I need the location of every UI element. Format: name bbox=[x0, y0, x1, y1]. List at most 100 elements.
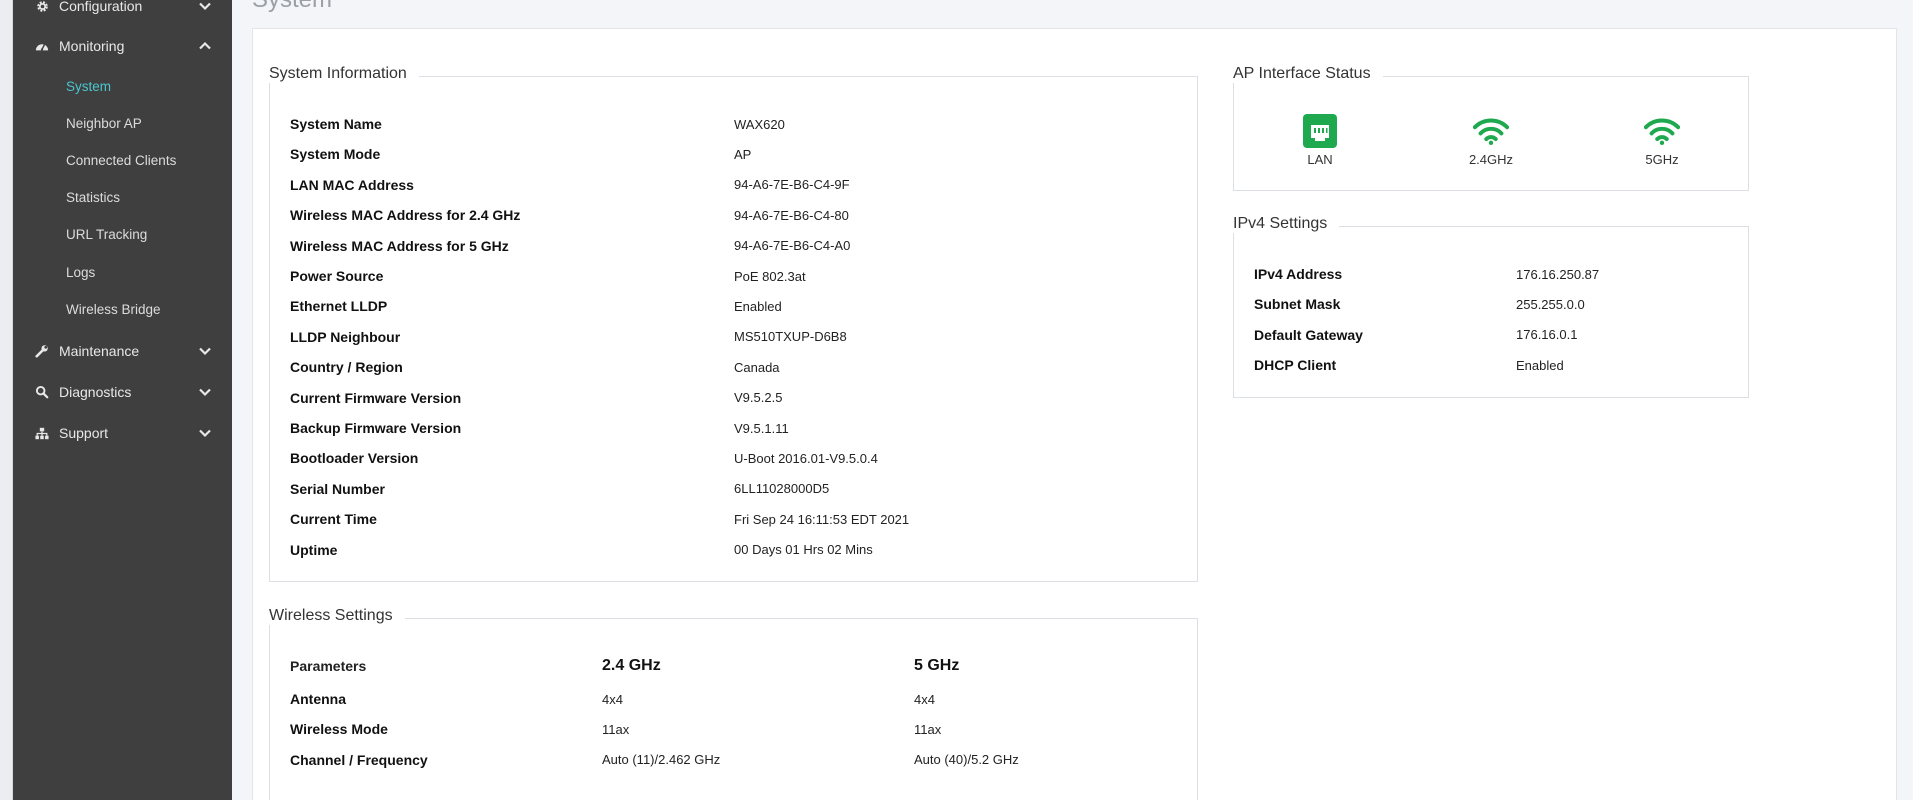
sidebar-item-wireless-bridge[interactable]: Wireless Bridge bbox=[66, 300, 161, 320]
sidebar-group-maintenance[interactable]: Maintenance bbox=[13, 336, 232, 366]
info-value: Canada bbox=[734, 359, 780, 375]
page-title: System bbox=[252, 0, 332, 14]
section-title: IPv4 Settings bbox=[1233, 215, 1340, 233]
info-row: Serial Number bbox=[290, 478, 385, 500]
ipv4-key: IPv4 Address bbox=[1254, 266, 1343, 282]
info-row: LAN MAC Address bbox=[290, 174, 414, 196]
chevron-down-icon bbox=[199, 388, 211, 397]
info-value: 94-A6-7E-B6-C4-A0 bbox=[734, 238, 851, 254]
sidebar-item-url-tracking[interactable]: URL Tracking bbox=[66, 225, 147, 245]
interface-lan: LAN bbox=[1280, 113, 1360, 167]
info-value: AP bbox=[734, 146, 752, 162]
info-row: LLDP Neighbour bbox=[290, 326, 400, 348]
info-row: System Mode bbox=[290, 143, 380, 165]
wireless-value: Auto (40)/5.2 GHz bbox=[914, 752, 1019, 768]
ipv4-value: 255.255.0.0 bbox=[1516, 296, 1585, 312]
system-information-panel: System Information System Name WAX620 Syst… bbox=[269, 65, 1198, 582]
sidebar-group-label: Support bbox=[59, 425, 109, 441]
ipv4-row: Default Gateway bbox=[1254, 324, 1363, 346]
info-value: WAX620 bbox=[734, 116, 785, 132]
info-value: PoE 802.3at bbox=[734, 268, 806, 284]
ap-interface-status-panel: AP Interface Status LAN 2.4GHz 5GHz bbox=[1233, 65, 1749, 191]
info-row: Current Firmware Version bbox=[290, 387, 461, 409]
info-key: LAN MAC Address bbox=[290, 176, 414, 193]
info-value: MS510TXUP-D6B8 bbox=[734, 329, 847, 345]
ipv4-row: IPv4 Address bbox=[1254, 263, 1342, 285]
info-value: 94-A6-7E-B6-C4-80 bbox=[734, 207, 849, 223]
sidebar-group-label: Configuration bbox=[59, 0, 143, 14]
interface-label: LAN bbox=[1307, 152, 1333, 167]
wireless-value: 11ax bbox=[914, 721, 942, 737]
info-value: V9.5.1.11 bbox=[734, 420, 789, 436]
wireless-value: Auto (11)/2.462 GHz bbox=[602, 752, 721, 768]
chevron-down-icon bbox=[199, 347, 211, 356]
wireless-param: Wireless Mode bbox=[290, 721, 388, 738]
info-row: Backup Firmware Version bbox=[290, 417, 461, 439]
sidebar-group-support[interactable]: Support bbox=[13, 418, 232, 448]
wireless-value: 4x4 bbox=[914, 691, 935, 707]
chevron-down-icon bbox=[199, 429, 211, 438]
sidebar-group-monitoring[interactable]: Monitoring bbox=[13, 31, 232, 61]
info-key: Backup Firmware Version bbox=[290, 420, 462, 436]
sidebar-item-statistics[interactable]: Statistics bbox=[66, 188, 120, 208]
section-title: Wireless Settings bbox=[269, 607, 405, 625]
sidebar-item-connected-clients[interactable]: Connected Clients bbox=[66, 151, 176, 171]
sidebar-group-diagnostics[interactable]: Diagnostics bbox=[13, 377, 232, 407]
info-key: Country / Region bbox=[290, 359, 403, 376]
info-row: Ethernet LLDP bbox=[290, 295, 387, 317]
sidebar-group-label: Monitoring bbox=[59, 38, 125, 54]
info-key: Bootloader Version bbox=[290, 450, 419, 467]
wireless-value: 4x4 bbox=[602, 691, 623, 707]
ipv4-value: 176.16.0.1 bbox=[1516, 327, 1578, 343]
wireless-value: 11ax bbox=[602, 721, 630, 737]
wifi-icon bbox=[1473, 113, 1509, 149]
wireless-param: Channel / Frequency bbox=[290, 751, 428, 768]
wrench-icon bbox=[34, 343, 50, 359]
wireless-header: Parameters bbox=[290, 658, 367, 674]
ipv4-settings-panel: IPv4 Settings IPv4 Address 176.16.250.87 S… bbox=[1233, 215, 1749, 398]
sidebar-item-logs[interactable]: Logs bbox=[66, 263, 95, 283]
interface-5ghz: 5GHz bbox=[1622, 113, 1702, 167]
info-row: Bootloader Version bbox=[290, 447, 418, 469]
info-value: U-Boot 2016.01-V9.5.0.4 bbox=[734, 450, 878, 466]
ipv4-key: DHCP Client bbox=[1254, 357, 1337, 374]
info-row: Power Source bbox=[290, 265, 383, 287]
ipv4-row: DHCP Client bbox=[1254, 354, 1336, 376]
window-edge bbox=[0, 0, 13, 800]
sidebar-item-neighbor-ap[interactable]: Neighbor AP bbox=[66, 114, 142, 134]
info-value: 6LL11028000D5 bbox=[734, 481, 830, 497]
info-key: Uptime bbox=[290, 541, 338, 558]
sidebar: Configuration Monitoring System Neighbor… bbox=[13, 0, 232, 800]
interface-label: 5GHz bbox=[1645, 152, 1679, 167]
info-value: Enabled bbox=[734, 298, 782, 314]
wireless-header: 2.4 GHz bbox=[602, 657, 661, 674]
info-key: Wireless MAC Address for 5 GHz bbox=[290, 237, 509, 254]
chevron-up-icon bbox=[199, 41, 211, 50]
sidebar-group-label: Maintenance bbox=[59, 343, 140, 359]
info-key: Current Time bbox=[290, 511, 377, 528]
sidebar-group-configuration[interactable]: Configuration bbox=[13, 0, 232, 21]
info-row: Wireless MAC Address for 5 GHz bbox=[290, 235, 509, 257]
info-key: Wireless MAC Address for 2.4 GHz bbox=[290, 207, 521, 224]
sidebar-item-system[interactable]: System bbox=[66, 77, 111, 97]
dashboard-icon bbox=[34, 38, 50, 54]
chevron-down-icon bbox=[199, 2, 211, 11]
ethernet-port-icon bbox=[1302, 113, 1338, 149]
gear-icon bbox=[34, 0, 50, 14]
ipv4-value: Enabled bbox=[1516, 357, 1564, 373]
info-row: Current Time bbox=[290, 508, 377, 530]
info-value: Fri Sep 24 16:11:53 EDT 2021 bbox=[734, 511, 910, 527]
interface-label: 2.4GHz bbox=[1468, 152, 1514, 167]
interface-2-4ghz: 2.4GHz bbox=[1451, 113, 1531, 167]
info-row: Country / Region bbox=[290, 356, 403, 378]
info-key: System Name bbox=[290, 116, 382, 132]
info-row: Wireless MAC Address for 2.4 GHz bbox=[290, 204, 520, 226]
sidebar-group-label: Diagnostics bbox=[59, 384, 132, 400]
info-key: Serial Number bbox=[290, 480, 385, 497]
ipv4-key: Default Gateway bbox=[1254, 326, 1363, 343]
info-key: System Mode bbox=[290, 146, 381, 163]
info-value: 94-A6-7E-B6-C4-9F bbox=[734, 177, 850, 193]
wireless-settings-panel: Wireless Settings Parameters 2.4 GHz 5 GHz… bbox=[269, 607, 1198, 800]
wifi-icon bbox=[1644, 113, 1680, 149]
info-key: Power Source bbox=[290, 268, 384, 284]
